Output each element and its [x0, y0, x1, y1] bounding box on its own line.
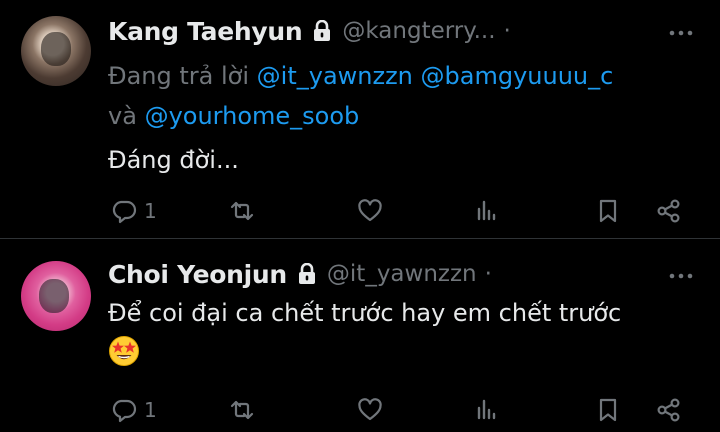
like-button[interactable] [356, 193, 384, 229]
tweet-header: Choi Yeonjun @it_yawnzzn · [108, 256, 492, 292]
replying-joiner: và [108, 102, 137, 130]
action-bar: 1 [108, 193, 698, 229]
retweet-button[interactable] [228, 193, 256, 229]
reply-count: 1 [144, 199, 157, 223]
reply-button[interactable]: 1 [110, 392, 157, 428]
replying-to: Đang trả lời @it_yawnzzn @bamgyuuuu_c và… [108, 56, 708, 136]
display-name[interactable]: Kang Taehyun [108, 17, 303, 46]
tweet-2[interactable]: Choi Yeonjun @it_yawnzzn · Để coi đại ca… [0, 239, 720, 432]
tweet-1[interactable]: Kang Taehyun @kangterry... · Đang trả lờ… [0, 0, 720, 238]
views-icon [477, 399, 496, 420]
avatar-face [41, 32, 71, 66]
retweet-button[interactable] [228, 392, 256, 428]
reply-count: 1 [144, 398, 157, 422]
handle[interactable]: @it_yawnzzn [327, 261, 477, 287]
separator-dot: · [484, 261, 492, 287]
views-icon [477, 200, 496, 221]
replying-prefix: Đang trả lời [108, 62, 250, 90]
bookmark-button[interactable] [594, 392, 622, 428]
like-icon [358, 398, 382, 421]
tweet-text: Đáng đời... [108, 146, 239, 174]
retweet-icon [230, 201, 254, 221]
mention-link[interactable]: @yourhome_soob [145, 102, 360, 130]
mention-link[interactable]: @it_yawnzzn [257, 62, 413, 90]
tweet-header: Kang Taehyun @kangterry... · [108, 13, 511, 49]
action-bar: 1 [108, 392, 698, 428]
share-button[interactable] [655, 193, 683, 229]
separator-dot: · [503, 18, 511, 44]
views-button[interactable] [473, 193, 501, 229]
tweet-text: Để coi đại ca chết trước hay em chết trư… [108, 299, 622, 327]
more-icon[interactable] [666, 18, 696, 48]
retweet-icon [230, 400, 254, 420]
share-icon [657, 199, 680, 223]
reply-button[interactable]: 1 [110, 193, 157, 229]
lock-icon [314, 20, 331, 41]
bookmark-icon [599, 398, 617, 422]
bookmark-icon [599, 199, 617, 223]
reply-icon [112, 399, 137, 423]
avatar[interactable] [21, 16, 91, 86]
mention-link[interactable]: @bamgyuuuu_c [421, 62, 614, 90]
more-icon[interactable] [666, 261, 696, 291]
handle[interactable]: @kangterry... [342, 18, 495, 44]
display-name[interactable]: Choi Yeonjun [108, 260, 287, 289]
like-button[interactable] [356, 392, 384, 428]
bookmark-button[interactable] [594, 193, 622, 229]
share-icon [657, 398, 680, 422]
star-struck-emoji [109, 336, 139, 366]
avatar-face [39, 279, 69, 313]
like-icon [358, 199, 382, 222]
reply-icon [112, 200, 137, 224]
share-button[interactable] [655, 392, 683, 428]
lock-icon [298, 263, 315, 284]
avatar[interactable] [21, 261, 91, 331]
views-button[interactable] [473, 392, 501, 428]
